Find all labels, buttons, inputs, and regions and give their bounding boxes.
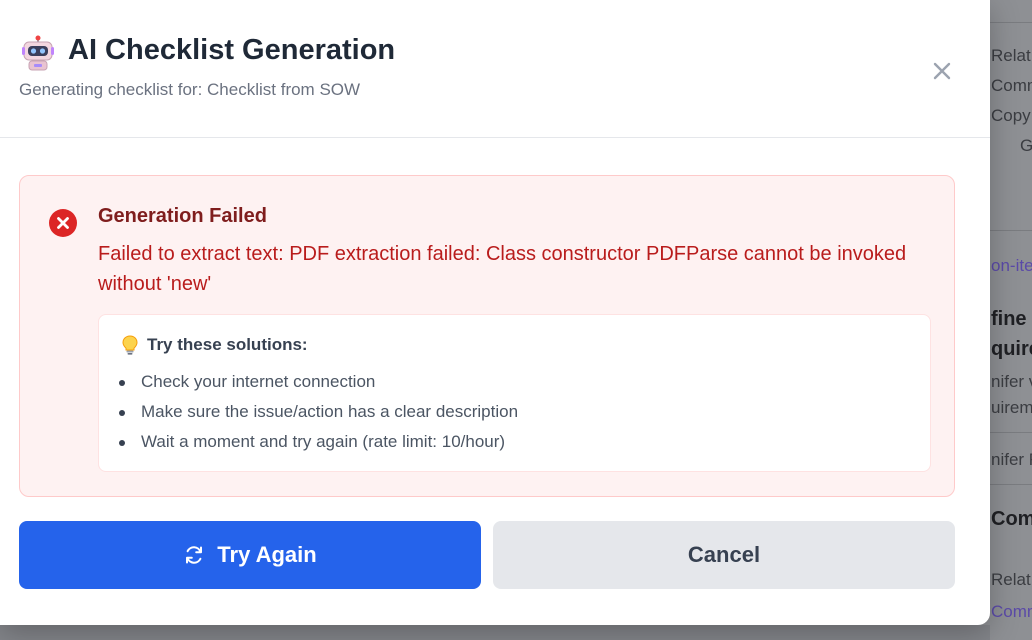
error-message: Failed to extract text: PDF extraction f… bbox=[98, 243, 907, 295]
solutions-box: Try these solutions: Check your internet… bbox=[98, 314, 931, 472]
error-title: Generation Failed bbox=[98, 205, 267, 227]
solutions-title: Try these solutions: bbox=[147, 335, 308, 354]
list-item: Make sure the issue/action has a clear d… bbox=[117, 401, 518, 431]
cancel-button[interactable]: Cancel bbox=[493, 521, 955, 589]
bg-text: fine bbox=[991, 308, 1027, 330]
list-item: Check your internet connection bbox=[117, 371, 518, 401]
refresh-icon bbox=[186, 546, 203, 564]
solutions-header: Try these solutions: bbox=[121, 335, 308, 355]
bg-text: on-ite bbox=[991, 256, 1032, 275]
bg-text: nifer v bbox=[991, 372, 1032, 391]
list-item: Wait a moment and try again (rate limit:… bbox=[117, 431, 518, 461]
cancel-label: Cancel bbox=[687, 542, 761, 567]
bg-text: G bbox=[1020, 136, 1032, 155]
modal-subtitle: Generating checklist for: Checklist from… bbox=[19, 80, 361, 99]
solutions-list: Check your internet connection Make sure… bbox=[117, 371, 518, 461]
bg-text: nifer R bbox=[991, 450, 1032, 469]
ai-checklist-modal: AI Checklist Generation Generating check… bbox=[0, 0, 990, 625]
bg-text: Relat bbox=[991, 570, 1031, 589]
bg-text: quire bbox=[991, 338, 1032, 360]
robot-icon bbox=[22, 35, 54, 71]
bg-text: Comm bbox=[991, 76, 1032, 95]
bg-text: Relat bbox=[991, 46, 1031, 65]
close-icon bbox=[933, 62, 951, 80]
bg-text: uirem bbox=[991, 398, 1032, 417]
modal-title: AI Checklist Generation bbox=[68, 34, 396, 66]
try-again-label: Try Again bbox=[217, 542, 317, 567]
bg-text: Copy bbox=[991, 106, 1031, 125]
error-panel: Generation Failed Failed to extract text… bbox=[19, 175, 955, 497]
bg-text: Com bbox=[991, 508, 1032, 530]
bg-text: Comm bbox=[991, 602, 1032, 621]
close-button[interactable] bbox=[926, 55, 958, 87]
background-bottom bbox=[0, 625, 990, 640]
error-x-icon bbox=[49, 209, 77, 237]
modal-header: AI Checklist Generation Generating check… bbox=[0, 0, 990, 138]
try-again-button[interactable]: Try Again bbox=[19, 521, 481, 589]
lightbulb-icon bbox=[122, 335, 138, 355]
